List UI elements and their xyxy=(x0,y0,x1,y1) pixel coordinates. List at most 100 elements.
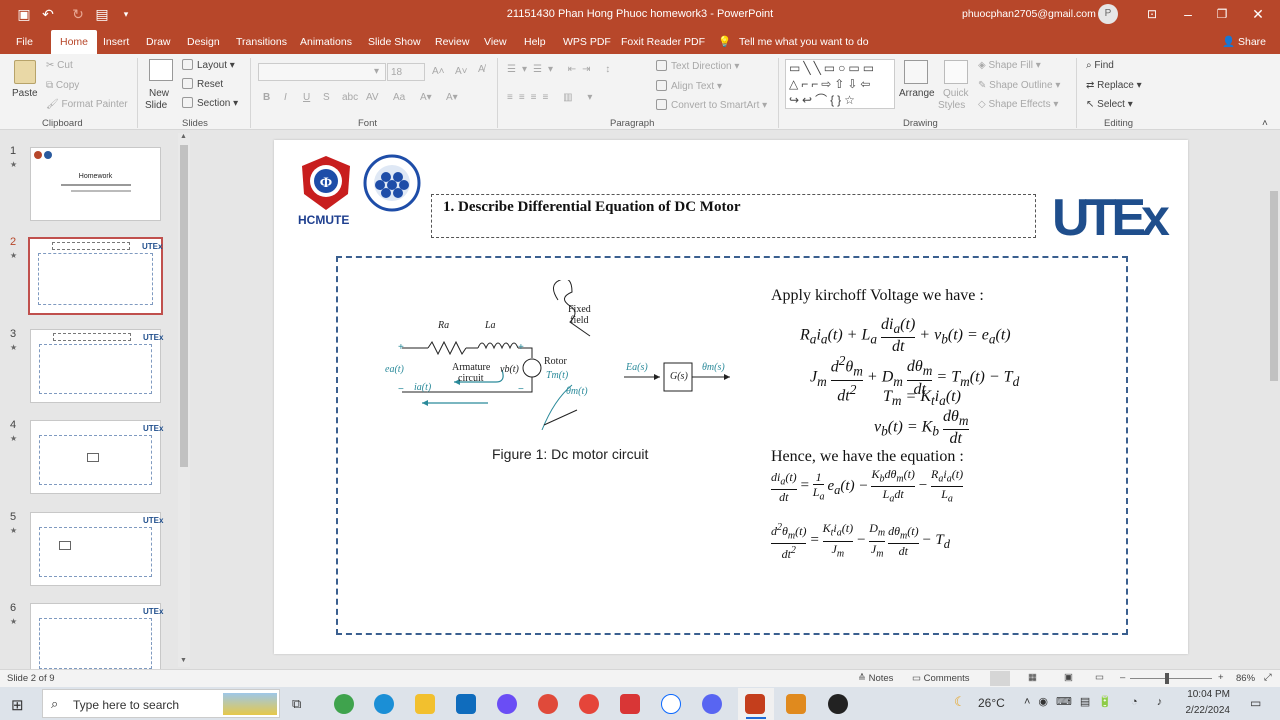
scroll-down-icon[interactable]: ▼ xyxy=(180,657,187,664)
slide-sorter-icon[interactable]: ▦ xyxy=(1028,672,1037,683)
task-view-icon[interactable]: ⧉ xyxy=(292,696,301,712)
weather-icon[interactable]: ☾ xyxy=(954,694,966,710)
shapes-gallery[interactable]: ▭╲╲▭○▭▭ △⌐⌐⇨⇧⇩⇦ ↪↩⌒{}☆ xyxy=(785,59,895,109)
zoom-out-icon[interactable]: – xyxy=(1120,672,1125,683)
temperature[interactable]: 26°C xyxy=(978,696,1005,710)
powerpoint-icon[interactable] xyxy=(745,694,765,714)
normal-view-icon[interactable] xyxy=(990,671,1010,686)
shrink-font-icon[interactable]: A˅ xyxy=(455,66,468,77)
tab-draw[interactable]: Draw xyxy=(146,33,171,54)
tab-insert[interactable]: Insert xyxy=(103,33,129,54)
fit-slide-icon[interactable]: ⤢ xyxy=(1264,672,1272,683)
title-placeholder[interactable]: 1. Describe Differential Equation of DC … xyxy=(431,194,1036,238)
format-painter-button[interactable]: 🖌 Format Painter xyxy=(46,99,128,110)
clipboard-icon[interactable] xyxy=(14,60,36,84)
char-spacing-button[interactable]: AV xyxy=(366,92,379,103)
quick-styles-icon[interactable] xyxy=(944,60,968,84)
slide-scrollbar[interactable] xyxy=(1267,131,1280,669)
shape-outline-button[interactable]: ✎ Shape Outline ▾ xyxy=(978,80,1060,91)
taskbar-search-box[interactable]: ⌕ Type here to search xyxy=(42,689,280,718)
account-email[interactable]: phuocphan2705@gmail.com xyxy=(962,8,1096,20)
matlab-icon[interactable] xyxy=(786,694,806,714)
align-buttons[interactable]: ≡≡≡≡ ▥ ▾ xyxy=(507,92,598,103)
select-button[interactable]: ↖ Select ▾ xyxy=(1086,99,1133,110)
ribbon-display-icon[interactable]: ⊡ xyxy=(1142,4,1162,24)
clear-format-icon[interactable]: A̸ xyxy=(478,64,485,75)
reset-button[interactable]: Reset xyxy=(182,78,223,90)
clock-time[interactable]: 10:04 PM xyxy=(1186,689,1230,700)
share-button[interactable]: 👤 Share xyxy=(1222,33,1266,54)
slide-thumbnail-5[interactable]: UTEx xyxy=(30,512,163,586)
foxit-icon[interactable] xyxy=(620,694,640,714)
lightbulb-icon[interactable]: 💡 xyxy=(718,33,731,54)
new-slide-label-2[interactable]: Slide xyxy=(145,100,167,111)
new-slide-icon[interactable] xyxy=(149,59,173,81)
italic-button[interactable]: I xyxy=(284,92,287,103)
comments-button[interactable]: ▭ Comments xyxy=(912,673,970,684)
font-dropdown-icon[interactable]: ▾ xyxy=(374,66,379,77)
restore-icon[interactable]: ❐ xyxy=(1212,4,1232,24)
mail-icon[interactable] xyxy=(456,694,476,714)
scrollbar-thumb[interactable] xyxy=(1270,191,1278,381)
highlight-color-button[interactable]: A▾ xyxy=(420,92,432,103)
bold-button[interactable]: B xyxy=(263,92,270,103)
copy-button[interactable]: ⧉ Copy xyxy=(46,80,79,91)
slide-thumbnail-2[interactable]: UTEx xyxy=(28,237,163,315)
thumbnail-scrollbar[interactable] xyxy=(178,133,190,667)
shadow-button[interactable]: S xyxy=(323,92,330,103)
tab-wps-pdf[interactable]: WPS PDF xyxy=(563,33,611,54)
align-text-button[interactable]: Align Text ▾ xyxy=(656,80,722,92)
minimize-icon[interactable]: – xyxy=(1178,4,1198,24)
shape-effects-button[interactable]: ◇ Shape Effects ▾ xyxy=(978,99,1058,110)
clock-date[interactable]: 2/22/2024 xyxy=(1178,705,1231,716)
slideshow-view-icon[interactable]: ▭ xyxy=(1095,672,1104,683)
zoom-in-icon[interactable]: + xyxy=(1218,672,1224,683)
tab-transitions[interactable]: Transitions xyxy=(236,33,287,54)
slide-thumbnail-3[interactable]: UTEx xyxy=(30,329,163,403)
wps-icon[interactable] xyxy=(579,694,599,714)
tab-help[interactable]: Help xyxy=(524,33,546,54)
tab-review[interactable]: Review xyxy=(435,33,469,54)
quick-styles-label-1[interactable]: Quick xyxy=(943,88,969,99)
avatar[interactable]: P xyxy=(1098,4,1118,24)
new-slide-label-1[interactable]: New xyxy=(149,88,169,99)
find-button[interactable]: ⌕ Find xyxy=(1086,60,1114,71)
quick-styles-label-2[interactable]: Styles xyxy=(938,100,965,111)
text-direction-button[interactable]: Text Direction ▾ xyxy=(656,60,739,72)
tab-view[interactable]: View xyxy=(484,33,507,54)
slide-thumbnail-6[interactable]: UTEx xyxy=(30,603,163,669)
font-name-box[interactable] xyxy=(258,63,386,81)
tray-icons[interactable]: ˄◉⌨▤🔋 ◔ ♪ xyxy=(1024,695,1170,708)
slide-thumbnail-4[interactable]: UTEx xyxy=(30,420,163,494)
replace-button[interactable]: ⇄ Replace ▾ xyxy=(1086,80,1142,91)
slide-thumbnail-1[interactable]: Homework xyxy=(30,147,161,221)
notification-icon[interactable]: ▭ xyxy=(1250,696,1261,710)
cut-button[interactable]: ✂ Cut xyxy=(46,60,73,71)
zoom-slider-handle[interactable] xyxy=(1165,673,1169,684)
discord-icon[interactable] xyxy=(702,694,722,714)
scrollbar-thumb[interactable] xyxy=(180,145,188,467)
font-size-box[interactable]: 18 xyxy=(387,63,425,81)
arrange-button[interactable]: Arrange xyxy=(899,88,935,99)
arrange-icon[interactable] xyxy=(904,60,928,84)
list-buttons[interactable]: ☰▾☰▾ ⇤⇥ ↕ xyxy=(507,64,616,75)
chrome-icon[interactable] xyxy=(538,694,558,714)
tab-home[interactable]: Home xyxy=(51,30,98,54)
zoom-slider[interactable] xyxy=(1130,678,1212,679)
windows-start-icon[interactable]: ⊞ xyxy=(11,696,24,714)
zalo-icon[interactable] xyxy=(661,694,681,714)
close-icon[interactable]: ✕ xyxy=(1248,4,1268,24)
tab-design[interactable]: Design xyxy=(187,33,220,54)
messenger-icon[interactable] xyxy=(497,694,517,714)
grow-font-icon[interactable]: A˄ xyxy=(432,66,445,77)
underline-button[interactable]: U xyxy=(303,92,310,103)
zoom-level[interactable]: 86% xyxy=(1236,673,1255,684)
edge-icon[interactable] xyxy=(374,694,394,714)
shape-fill-button[interactable]: ◈ Shape Fill ▾ xyxy=(978,60,1041,71)
tell-me-box[interactable]: Tell me what you want to do xyxy=(739,33,869,54)
slide-canvas[interactable]: Φ HCMUTE 1. Describe Differential Equati… xyxy=(274,140,1188,654)
strikethrough-button[interactable]: abc xyxy=(342,92,358,103)
smartart-button[interactable]: Convert to SmartArt ▾ xyxy=(656,99,767,111)
tab-file[interactable]: File xyxy=(16,33,33,54)
font-color-button[interactable]: A▾ xyxy=(446,92,458,103)
